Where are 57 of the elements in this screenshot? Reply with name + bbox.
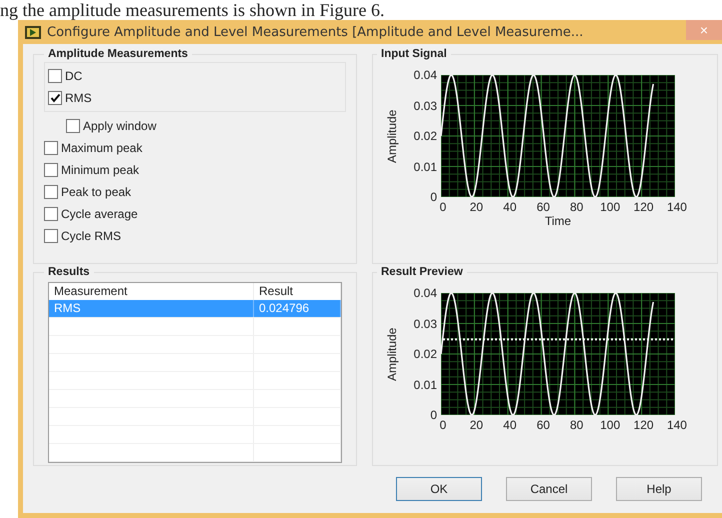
checkbox-option[interactable]: Maximum peak — [44, 137, 142, 159]
tick-label: 0 — [430, 190, 437, 204]
checkbox-option[interactable]: Minimum peak — [44, 159, 140, 181]
checkbox[interactable] — [44, 207, 58, 221]
panel-title: Results — [47, 266, 91, 278]
dialog-button[interactable]: OK — [396, 477, 482, 501]
checkbox[interactable] — [44, 141, 58, 155]
tick-label: 0 — [438, 418, 448, 432]
tick-label: 100 — [599, 200, 622, 214]
tick-label: 0 — [438, 200, 448, 214]
tick-label: 0.02 — [414, 347, 437, 361]
tick-label: 80 — [569, 418, 584, 432]
panel-title: Result Preview — [380, 266, 464, 278]
tick-label: 0.01 — [414, 378, 437, 392]
tick-label: 20 — [468, 418, 484, 432]
tick-label: 40 — [502, 418, 518, 432]
tick-label: 140 — [666, 200, 688, 214]
checkbox-option[interactable]: DC — [48, 65, 82, 87]
tick-label: 0.03 — [414, 98, 437, 112]
dialog-button[interactable]: Help — [616, 477, 702, 501]
axis-label: Amplitude — [385, 108, 399, 165]
app-icon — [25, 26, 41, 38]
panel-title: Amplitude Measurements — [47, 48, 189, 60]
checkbox-option[interactable]: RMS — [48, 87, 92, 109]
tick-label: 120 — [632, 418, 655, 432]
tick-label: 0.02 — [414, 129, 437, 143]
tick-label: 0 — [430, 408, 437, 422]
checkbox-option[interactable]: Cycle average — [44, 203, 138, 225]
checkbox[interactable] — [48, 91, 62, 105]
checkbox[interactable] — [44, 163, 58, 177]
tick-label: 20 — [468, 200, 484, 214]
tick-label: 60 — [536, 418, 551, 432]
axis-label: Amplitude — [385, 326, 399, 383]
tick-label: 100 — [599, 418, 622, 432]
tick-label: 0.01 — [414, 160, 437, 174]
panel-title: Input Signal — [380, 48, 448, 60]
checkbox[interactable] — [44, 229, 58, 243]
checkbox-option[interactable]: Cycle RMS — [44, 225, 122, 247]
dialog-button[interactable]: Cancel — [506, 477, 592, 501]
checkbox-option[interactable]: Peak to peak — [44, 181, 132, 203]
axis-label: Time — [544, 214, 572, 228]
tick-label: 0.04 — [414, 68, 437, 82]
tick-label: 140 — [666, 418, 688, 432]
table-cell: RMS — [49, 300, 254, 317]
checkbox-option[interactable]: Apply window — [66, 115, 156, 137]
checkbox[interactable] — [66, 119, 80, 133]
checkbox[interactable] — [44, 185, 58, 199]
document-text: ng the amplitude measurements is shown in Figure 6. — [0, 0, 386, 20]
tick-label: 40 — [502, 200, 518, 214]
table-cell: 0.024796 — [254, 300, 341, 317]
tick-label: 120 — [632, 200, 655, 214]
tick-label: 80 — [569, 200, 584, 214]
window-title: Configure Amplitude and Level Measurements [Amplitude and Level Measureme... — [47, 24, 584, 40]
tick-label: 60 — [536, 200, 551, 214]
checkbox[interactable] — [48, 69, 62, 83]
tick-label: 0.03 — [414, 316, 437, 330]
tick-label: 0.04 — [414, 286, 437, 300]
